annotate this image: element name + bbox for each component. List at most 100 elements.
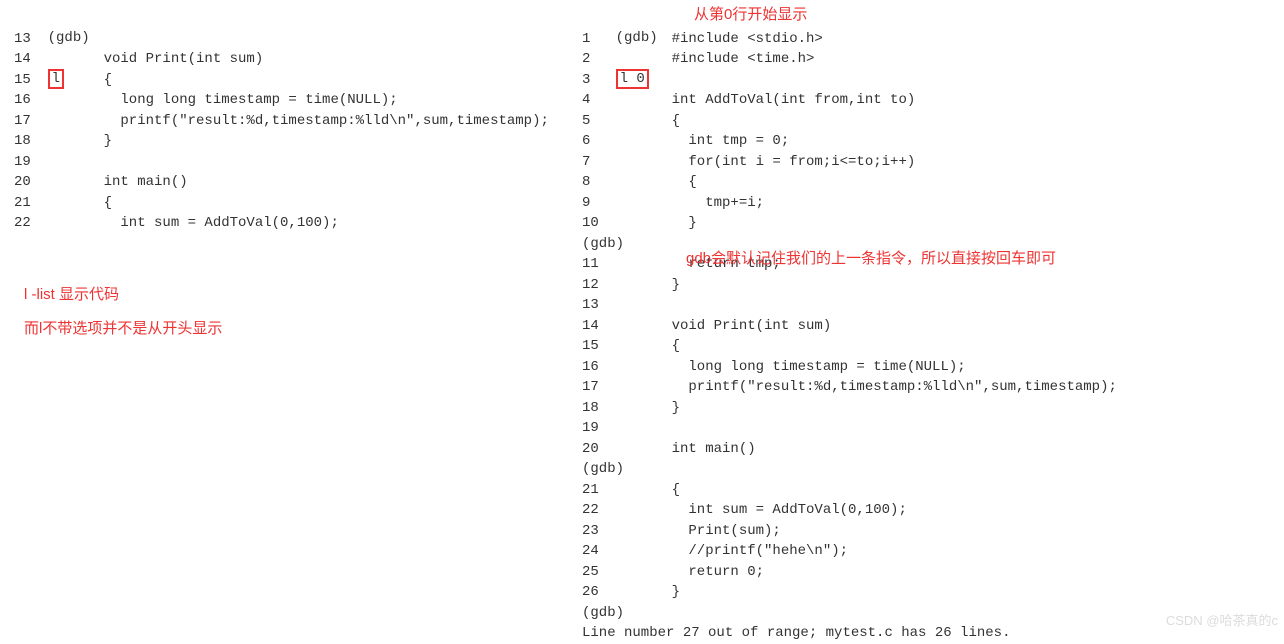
right-annotation-top: 从第0行开始显示 [694, 4, 807, 26]
line-number: 7 [582, 152, 638, 172]
code-text: for(int i = from;i<=to;i++) [638, 154, 915, 170]
line-number: 20 [582, 439, 638, 459]
line-number: 8 [582, 172, 638, 192]
code-text: { [638, 174, 697, 190]
line-number: 21 [14, 193, 70, 213]
code-line: 22 int sum = AddToVal(0,100); [582, 500, 1282, 521]
left-annotation-list: l -list 显示代码 [24, 284, 119, 306]
code-line: 20 int main() [14, 172, 574, 193]
line-number: 15 [582, 336, 638, 356]
line-number: 10 [582, 213, 638, 233]
code-text: #include <time.h> [638, 51, 814, 67]
code-line: 4 int AddToVal(int from,int to) [582, 90, 1282, 111]
code-text: int sum = AddToVal(0,100); [70, 215, 339, 231]
code-text: } [638, 400, 680, 416]
code-text: { [638, 338, 680, 354]
code-text: Print(sum); [638, 523, 781, 539]
left-code-block: 1314 void Print(int sum)15 {16 long long… [14, 29, 574, 234]
code-text: printf("result:%d,timestamp:%lld\n",sum,… [70, 113, 549, 129]
code-line: 18 } [14, 131, 574, 152]
line-number: 16 [14, 90, 70, 110]
line-number: 14 [14, 49, 70, 69]
code-text: long long timestamp = time(NULL); [70, 92, 398, 108]
line-number: 23 [582, 521, 638, 541]
line-number: 18 [582, 398, 638, 418]
code-line: 14 void Print(int sum) [582, 316, 1282, 337]
line-number: 19 [582, 418, 638, 438]
code-text: { [70, 195, 112, 211]
line-number: 12 [582, 275, 638, 295]
line-number: 19 [14, 152, 70, 172]
code-text: int main() [70, 174, 188, 190]
code-line: 13 [14, 29, 574, 50]
code-text: void Print(int sum) [70, 51, 263, 67]
left-annotation-note: 而l不带选项并不是从开头显示 [24, 318, 222, 340]
code-line: 1 #include <stdio.h> [582, 29, 1282, 50]
watermark: CSDN @哈茶真的c [1166, 612, 1278, 631]
code-line: 21 { [14, 193, 574, 214]
right-prompt-row: (gdb) l 0 [582, 8, 1282, 29]
code-line: 23 Print(sum); [582, 521, 1282, 542]
code-text: { [70, 72, 112, 88]
line-number: 18 [14, 131, 70, 151]
left-prompt-row: (gdb) l [14, 8, 574, 29]
line-number: 20 [14, 172, 70, 192]
code-line: 6 int tmp = 0; [582, 131, 1282, 152]
right-annotation-mid: gdb会默认记住我们的上一条指令，所以直接按回车即可 [686, 248, 1056, 270]
code-line: 16 long long timestamp = time(NULL); [582, 357, 1282, 378]
code-line: 2 #include <time.h> [582, 49, 1282, 70]
code-line: 8 { [582, 172, 1282, 193]
code-text: return 0; [638, 564, 764, 580]
code-text: int tmp = 0; [638, 133, 789, 149]
code-line: 21 { [582, 480, 1282, 501]
code-line: 12 } [582, 275, 1282, 296]
right-code-block: 1 #include <stdio.h>2 #include <time.h>3… [582, 29, 1282, 644]
line-number: 5 [582, 111, 638, 131]
code-text: } [638, 277, 680, 293]
gdb-prompt: (gdb) [582, 605, 632, 621]
line-number: 26 [582, 582, 638, 602]
code-line: 7 for(int i = from;i<=to;i++) [582, 152, 1282, 173]
code-text: int AddToVal(int from,int to) [638, 92, 915, 108]
line-number: 4 [582, 90, 638, 110]
left-pane: (gdb) l 1314 void Print(int sum)15 {16 l… [14, 8, 574, 234]
line-number: 17 [14, 111, 70, 131]
line-number: 22 [14, 213, 70, 233]
line-number: 13 [14, 29, 70, 49]
code-line: 15 { [14, 70, 574, 91]
line-number: 17 [582, 377, 638, 397]
code-text: } [70, 133, 112, 149]
code-line: 9 tmp+=i; [582, 193, 1282, 214]
code-text: #include <stdio.h> [638, 31, 823, 47]
code-line: 20 int main() [582, 439, 1282, 460]
code-text: } [638, 215, 697, 231]
line-number: 9 [582, 193, 638, 213]
code-line: 17 printf("result:%d,timestamp:%lld\n",s… [14, 111, 574, 132]
code-line: 15 { [582, 336, 1282, 357]
line-number: 1 [582, 29, 638, 49]
gdb-prompt-line: (gdb) [582, 459, 1282, 480]
code-line: 24 //printf("hehe\n"); [582, 541, 1282, 562]
code-line: 25 return 0; [582, 562, 1282, 583]
line-number: 6 [582, 131, 638, 151]
line-number: 22 [582, 500, 638, 520]
code-line: 16 long long timestamp = time(NULL); [14, 90, 574, 111]
line-number: 11 [582, 254, 638, 274]
line-number: 25 [582, 562, 638, 582]
line-number: 21 [582, 480, 638, 500]
line-number: 24 [582, 541, 638, 561]
line-number: 14 [582, 316, 638, 336]
code-line: 17 printf("result:%d,timestamp:%lld\n",s… [582, 377, 1282, 398]
code-line: 19 [582, 418, 1282, 439]
line-number: 3 [582, 70, 638, 90]
code-text: } [638, 584, 680, 600]
gdb-prompt: (gdb) [582, 461, 632, 477]
right-pane: (gdb) l 0 1 #include <stdio.h>2 #include… [582, 8, 1282, 644]
line-number: 13 [582, 295, 638, 315]
code-line: 14 void Print(int sum) [14, 49, 574, 70]
code-line: 26 } [582, 582, 1282, 603]
line-number: 15 [14, 70, 70, 90]
code-line: 19 [14, 152, 574, 173]
code-text: tmp+=i; [638, 195, 764, 211]
code-text: //printf("hehe\n"); [638, 543, 848, 559]
